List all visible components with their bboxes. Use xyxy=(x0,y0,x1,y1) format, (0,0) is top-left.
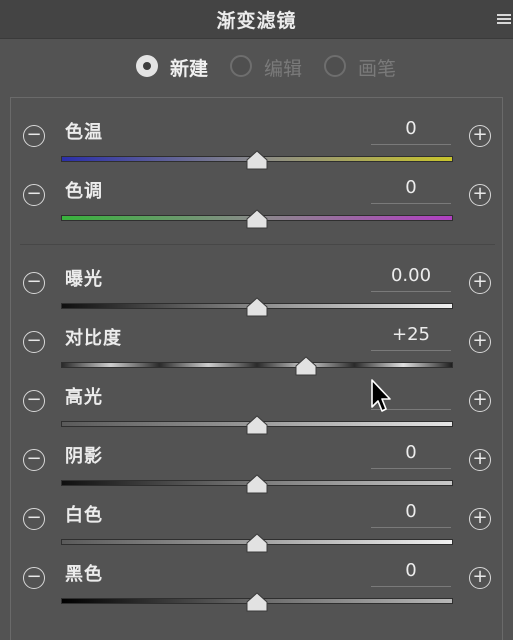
increase-shadows-button[interactable]: + xyxy=(469,449,491,471)
exposure-value-field[interactable]: 0.00 xyxy=(371,265,451,286)
tint-value-underline xyxy=(371,203,451,204)
exposure-slider-thumb[interactable] xyxy=(246,297,268,317)
contrast-slider-track[interactable] xyxy=(61,362,453,368)
blacks-slider-thumb[interactable] xyxy=(246,592,268,612)
slider-row-shadows: − 阴影 0 + xyxy=(0,436,513,496)
temperature-value-underline xyxy=(371,144,451,145)
highlights-label: 高光 xyxy=(65,387,103,408)
mode-edit-label: 编辑 xyxy=(264,58,303,80)
radio-new[interactable] xyxy=(136,55,158,77)
blacks-value-underline xyxy=(371,586,451,587)
whites-label: 白色 xyxy=(65,505,103,526)
decrease-blacks-button[interactable]: − xyxy=(23,567,45,589)
shadows-value-underline xyxy=(371,468,451,469)
whites-slider-thumb[interactable] xyxy=(246,533,268,553)
shadows-value-field[interactable]: 0 xyxy=(371,442,451,463)
tint-slider-thumb[interactable] xyxy=(246,209,268,229)
section-divider xyxy=(20,244,495,245)
whites-value-field[interactable]: 0 xyxy=(371,501,451,522)
slider-row-blacks: − 黑色 0 + xyxy=(0,554,513,614)
decrease-temperature-button[interactable]: − xyxy=(23,125,45,147)
blacks-label: 黑色 xyxy=(65,564,103,585)
tint-label: 色调 xyxy=(65,181,103,202)
increase-contrast-button[interactable]: + xyxy=(469,331,491,353)
slider-row-highlights: − 高光 + xyxy=(0,377,513,437)
whites-value-underline xyxy=(371,527,451,528)
mode-new-label: 新建 xyxy=(170,58,209,80)
exposure-label: 曝光 xyxy=(65,269,103,290)
increase-whites-button[interactable]: + xyxy=(469,508,491,530)
highlights-slider-thumb[interactable] xyxy=(246,415,268,435)
tint-value-field[interactable]: 0 xyxy=(371,177,451,198)
shadows-label: 阴影 xyxy=(65,446,103,467)
temperature-slider-thumb[interactable] xyxy=(246,150,268,170)
decrease-tint-button[interactable]: − xyxy=(23,184,45,206)
slider-row-whites: − 白色 0 + xyxy=(0,495,513,555)
increase-tint-button[interactable]: + xyxy=(469,184,491,206)
exposure-value-underline xyxy=(371,291,451,292)
increase-blacks-button[interactable]: + xyxy=(469,567,491,589)
slider-row-exposure: − 曝光 0.00 + xyxy=(0,259,513,319)
blacks-value-field[interactable]: 0 xyxy=(371,560,451,581)
slider-row-tint: − 色调 0 + xyxy=(0,171,513,231)
slider-row-temperature: − 色温 0 + xyxy=(0,112,513,172)
panel-border-top xyxy=(10,97,503,98)
decrease-whites-button[interactable]: − xyxy=(23,508,45,530)
decrease-exposure-button[interactable]: − xyxy=(23,272,45,294)
hamburger-menu-icon[interactable] xyxy=(497,14,511,26)
panel-header: 渐变滤镜 xyxy=(0,0,513,39)
contrast-label: 对比度 xyxy=(65,328,122,349)
decrease-highlights-button[interactable]: − xyxy=(23,390,45,412)
radio-brush[interactable] xyxy=(324,55,346,77)
mouse-pointer-icon xyxy=(371,379,391,412)
decrease-shadows-button[interactable]: − xyxy=(23,449,45,471)
increase-temperature-button[interactable]: + xyxy=(469,125,491,147)
increase-highlights-button[interactable]: + xyxy=(469,390,491,412)
contrast-value-field[interactable]: +25 xyxy=(371,324,451,345)
slider-row-contrast: − 对比度 +25 + xyxy=(0,318,513,378)
shadows-slider-thumb[interactable] xyxy=(246,474,268,494)
mode-brush-label: 画笔 xyxy=(358,58,397,80)
mode-selector: 新建 编辑 画笔 xyxy=(0,52,513,86)
radio-edit[interactable] xyxy=(230,55,252,77)
temperature-label: 色温 xyxy=(65,122,103,143)
contrast-slider-thumb[interactable] xyxy=(295,356,317,376)
contrast-value-underline xyxy=(371,350,451,351)
panel-title: 渐变滤镜 xyxy=(216,10,297,32)
increase-exposure-button[interactable]: + xyxy=(469,272,491,294)
temperature-value-field[interactable]: 0 xyxy=(371,118,451,139)
decrease-contrast-button[interactable]: − xyxy=(23,331,45,353)
